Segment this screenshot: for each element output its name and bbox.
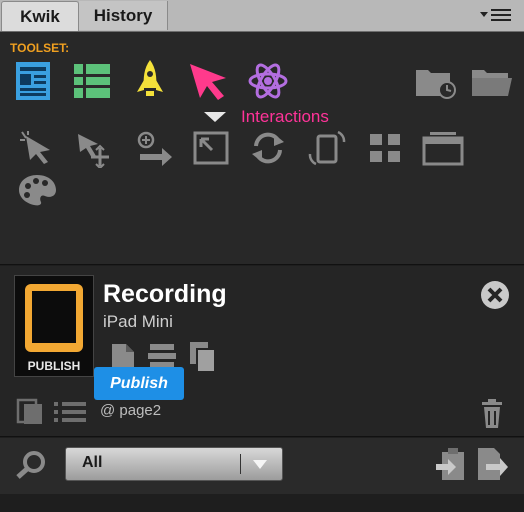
close-icon[interactable] xyxy=(480,280,510,310)
panel-menu-icon[interactable] xyxy=(478,6,514,24)
palette-icon[interactable] xyxy=(16,172,58,208)
chevron-down-icon xyxy=(253,460,267,469)
tab-bar: Kwik History xyxy=(0,0,524,32)
grid-icon[interactable] xyxy=(366,130,404,166)
atom-icon[interactable] xyxy=(246,60,290,102)
interactions-label: Interactions xyxy=(241,107,329,126)
tooltip-arrow xyxy=(204,112,226,122)
swipe-icon[interactable] xyxy=(134,130,176,166)
window-icon[interactable] xyxy=(420,128,466,168)
dropdown-divider xyxy=(240,454,241,474)
search-icon[interactable] xyxy=(14,450,50,480)
list-icon[interactable] xyxy=(72,62,112,100)
toolset-label: TOOLSET: xyxy=(10,41,70,55)
list-view-icon[interactable] xyxy=(52,400,88,424)
document-icon[interactable] xyxy=(14,60,52,102)
clipboard-import-icon[interactable] xyxy=(434,446,470,482)
rotate-device-icon[interactable] xyxy=(306,128,348,168)
click-pointer-icon[interactable] xyxy=(18,130,58,166)
export-icon[interactable] xyxy=(474,446,510,482)
folder-icon[interactable] xyxy=(470,64,514,100)
drag-icon[interactable] xyxy=(74,130,114,168)
tab-kwik[interactable]: Kwik xyxy=(1,1,79,31)
tablet-icon xyxy=(25,284,83,352)
recording-title: Recording xyxy=(103,280,227,308)
device-name: iPad Mini xyxy=(103,312,173,331)
refresh-icon[interactable] xyxy=(248,130,288,166)
tab-history[interactable]: History xyxy=(79,1,168,30)
page-label: @ page2 xyxy=(100,402,162,419)
divider xyxy=(0,436,524,437)
filter-dropdown[interactable]: All xyxy=(65,447,283,481)
folder-clock-icon[interactable] xyxy=(414,64,458,100)
divider xyxy=(0,264,524,265)
thumbnail-label: PUBLISH xyxy=(27,359,81,373)
pointer-icon[interactable] xyxy=(186,60,230,102)
rocket-icon[interactable] xyxy=(134,58,166,104)
expand-icon[interactable] xyxy=(192,130,230,166)
publish-button[interactable]: Publish xyxy=(94,367,184,400)
copy-icon[interactable] xyxy=(186,340,218,374)
trash-icon[interactable] xyxy=(478,398,506,430)
bottom-area xyxy=(0,494,524,512)
filter-value: All xyxy=(82,454,103,471)
pages-icon[interactable] xyxy=(16,398,46,426)
